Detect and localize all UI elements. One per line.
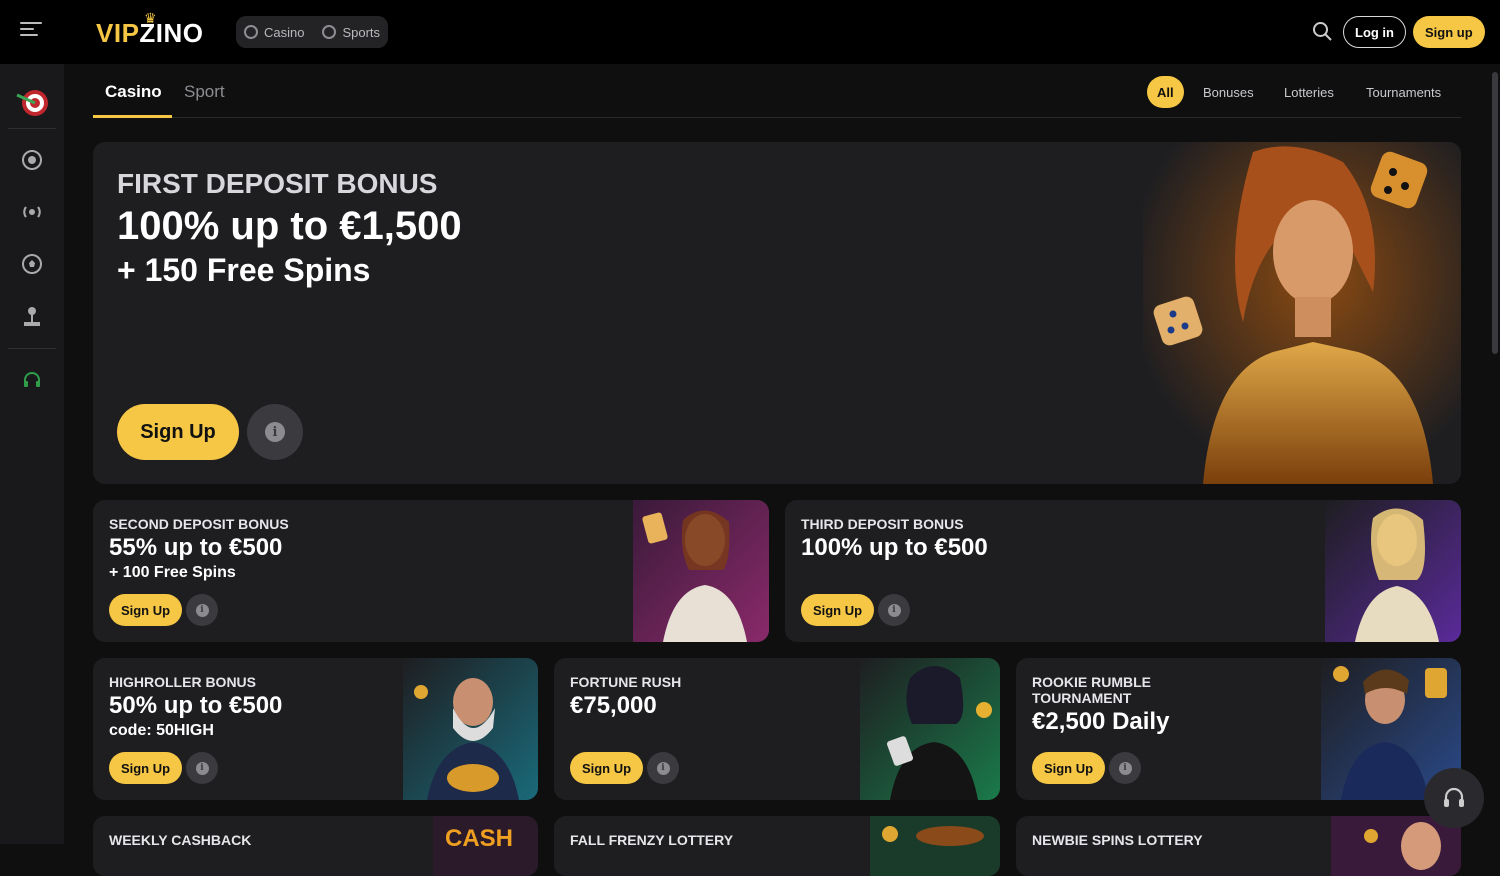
promo-headline: €2,500 Daily xyxy=(1032,708,1170,735)
joystick-icon[interactable] xyxy=(20,304,44,328)
hero-info-button[interactable]: i xyxy=(247,404,303,460)
promo-art xyxy=(633,500,769,642)
promo-signup-button[interactable]: Sign Up xyxy=(109,594,182,626)
logo[interactable]: ♛ VIPZINO xyxy=(96,10,204,49)
promo-info-button[interactable]: i xyxy=(647,752,679,784)
hero-art xyxy=(1143,142,1461,484)
mode-switch: Casino Sports xyxy=(236,16,389,48)
info-icon: i xyxy=(887,603,901,617)
filter-lotteries[interactable]: Lotteries xyxy=(1274,76,1344,108)
tab-casino[interactable]: Casino xyxy=(105,82,162,102)
info-icon: i xyxy=(265,422,285,442)
sidebar-casino-chip-icon[interactable] xyxy=(20,148,44,172)
mode-sports-label: Sports xyxy=(342,24,381,40)
promo-info-button[interactable]: i xyxy=(186,594,218,626)
promo-card: FALL FRENZY LOTTERY xyxy=(554,816,1000,876)
promo-label: NEWBIE SPINS LOTTERY xyxy=(1032,832,1203,848)
filter-bonuses[interactable]: Bonuses xyxy=(1193,76,1264,108)
login-button[interactable]: Log in xyxy=(1343,16,1406,48)
mode-sports[interactable]: Sports xyxy=(322,25,380,40)
promo-headline: €75,000 xyxy=(570,692,657,719)
search-icon[interactable] xyxy=(1312,21,1332,41)
support-headset-icon xyxy=(1444,787,1464,807)
cash-art-text: CASH xyxy=(445,825,513,852)
mode-casino-label: Casino xyxy=(264,24,305,40)
live-icon[interactable] xyxy=(20,200,44,224)
promo-label: WEEKLY CASHBACK xyxy=(109,832,252,848)
hero-headline: 100% up to €1,500 xyxy=(117,204,462,248)
promo-info-button[interactable]: i xyxy=(186,752,218,784)
logo-vip-text: VIP xyxy=(96,18,140,48)
target-icon[interactable] xyxy=(12,82,52,122)
promo-signup-button[interactable]: Sign Up xyxy=(570,752,643,784)
mode-casino[interactable]: Casino xyxy=(244,25,304,40)
crown-icon: ♛ xyxy=(144,10,158,26)
promo-art xyxy=(403,658,538,800)
sidebar-divider xyxy=(8,128,56,129)
menu-icon[interactable] xyxy=(20,22,42,42)
support-chat-button[interactable] xyxy=(1424,768,1484,828)
tab-underline xyxy=(93,115,172,118)
promo-label: FORTUNE RUSH xyxy=(570,674,682,690)
promo-card: ROOKIE RUMBLE TOURNAMENT €2,500 Daily Si… xyxy=(1016,658,1461,800)
promo-art xyxy=(1325,500,1461,642)
promo-card: NEWBIE SPINS LOTTERY xyxy=(1016,816,1461,876)
info-icon: i xyxy=(195,761,209,775)
promo-subline: + 100 Free Spins xyxy=(109,564,236,581)
promo-info-button[interactable]: i xyxy=(878,594,910,626)
sidebar-divider xyxy=(8,348,56,349)
hero-signup-button[interactable]: Sign Up xyxy=(117,404,239,460)
hero-promo-card: FIRST DEPOSIT BONUS 100% up to €1,500 + … xyxy=(93,142,1461,484)
tab-sport[interactable]: Sport xyxy=(184,82,225,102)
promo-card: WEEKLY CASHBACK CASH xyxy=(93,816,538,876)
info-icon: i xyxy=(1118,761,1132,775)
promo-headline: 100% up to €500 xyxy=(801,534,988,561)
info-icon: i xyxy=(656,761,670,775)
promo-tabs: Casino Sport All Bonuses Lotteries Tourn… xyxy=(93,64,1461,118)
sidebar-soccer-ball-icon[interactable] xyxy=(20,252,44,276)
promo-label: HIGHROLLER BONUS xyxy=(109,674,256,690)
promo-headline: 50% up to €500 xyxy=(109,692,283,719)
support-headset-icon[interactable] xyxy=(20,368,44,392)
promo-label: SECOND DEPOSIT BONUS xyxy=(109,516,289,532)
promo-art xyxy=(860,658,1000,800)
promo-info-button[interactable]: i xyxy=(1109,752,1141,784)
casino-chip-icon xyxy=(244,25,258,39)
top-bar: ♛ VIPZINO Casino Sports Log in Sign up xyxy=(0,0,1500,64)
promo-card: SECOND DEPOSIT BONUS 55% up to €500 + 10… xyxy=(93,500,769,642)
filter-tournaments[interactable]: Tournaments xyxy=(1356,76,1451,108)
promo-headline: 55% up to €500 xyxy=(109,534,283,561)
sidebar xyxy=(0,64,64,844)
info-icon: i xyxy=(195,603,209,617)
promo-signup-button[interactable]: Sign Up xyxy=(109,752,182,784)
promo-art xyxy=(870,816,1000,876)
promo-art: CASH xyxy=(433,816,538,876)
page-scrollbar[interactable] xyxy=(1492,72,1498,354)
promo-label: ROOKIE RUMBLE TOURNAMENT xyxy=(1032,674,1151,706)
hero-subline: + 150 Free Spins xyxy=(117,252,371,288)
promo-label: THIRD DEPOSIT BONUS xyxy=(801,516,964,532)
promo-signup-button[interactable]: Sign Up xyxy=(801,594,874,626)
hero-label: FIRST DEPOSIT BONUS xyxy=(117,168,438,199)
promo-card: FORTUNE RUSH €75,000 Sign Up i xyxy=(554,658,1000,800)
filter-all[interactable]: All xyxy=(1147,76,1184,108)
promo-card: HIGHROLLER BONUS 50% up to €500 code: 50… xyxy=(93,658,538,800)
promo-subline: code: 50HIGH xyxy=(109,722,214,739)
promo-signup-button[interactable]: Sign Up xyxy=(1032,752,1105,784)
promo-label: FALL FRENZY LOTTERY xyxy=(570,832,734,848)
promo-card: THIRD DEPOSIT BONUS 100% up to €500 Sign… xyxy=(785,500,1461,642)
soccer-ball-icon xyxy=(322,25,337,39)
signup-button[interactable]: Sign up xyxy=(1413,16,1485,48)
